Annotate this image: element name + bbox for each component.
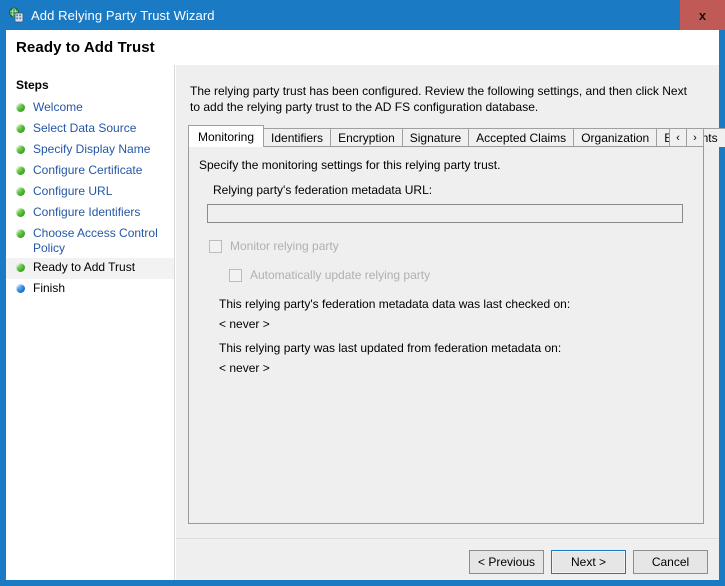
- window-title: Add Relying Party Trust Wizard: [31, 7, 215, 23]
- metadata-url-label: Relying party's federation metadata URL:: [213, 183, 433, 197]
- step-bullet-icon: [16, 103, 25, 112]
- auto-update-relying-party-row[interactable]: Automatically update relying party: [229, 268, 430, 282]
- auto-update-relying-party-checkbox[interactable]: [229, 268, 242, 282]
- settings-tab-control: Monitoring Identifiers Encryption Signat…: [188, 125, 725, 525]
- steps-sidebar: Steps Welcome Select Data Source Specify…: [6, 65, 175, 580]
- monitoring-tab-page: Specify the monitoring settings for this…: [188, 146, 704, 524]
- step-bullet-icon: [16, 208, 25, 217]
- sidebar-item-label: Choose Access Control Policy: [33, 226, 158, 255]
- sidebar-item-label: Specify Display Name: [33, 142, 151, 156]
- steps-heading: Steps: [16, 78, 49, 92]
- step-bullet-icon: [16, 145, 25, 154]
- step-bullet-icon: [16, 229, 25, 238]
- sidebar-item-label: Welcome: [33, 100, 83, 114]
- sidebar-item-label: Configure URL: [33, 184, 113, 198]
- step-bullet-icon: [16, 284, 25, 293]
- monitor-relying-party-row[interactable]: Monitor relying party: [209, 239, 339, 253]
- page-title: Ready to Add Trust: [16, 39, 155, 56]
- title-bar: Add Relying Party Trust Wizard x: [0, 0, 725, 30]
- steps-list: Welcome Select Data Source Specify Displ…: [6, 98, 174, 300]
- monitor-relying-party-checkbox[interactable]: [209, 239, 222, 253]
- sidebar-item-label: Configure Identifiers: [33, 205, 141, 219]
- sidebar-item-welcome[interactable]: Welcome: [6, 98, 174, 119]
- previous-button[interactable]: < Previous: [469, 550, 544, 574]
- tab-encryption[interactable]: Encryption: [330, 128, 403, 147]
- last-updated-label: This relying party was last updated from…: [219, 341, 562, 355]
- tab-strip: Monitoring Identifiers Encryption Signat…: [188, 125, 725, 147]
- sidebar-item-configure-url[interactable]: Configure URL: [6, 182, 174, 203]
- sidebar-item-specify-display-name[interactable]: Specify Display Name: [6, 140, 174, 161]
- tab-organization[interactable]: Organization: [573, 128, 658, 147]
- sidebar-item-choose-access-control-policy[interactable]: Choose Access Control Policy: [6, 224, 174, 258]
- sidebar-item-finish[interactable]: Finish: [6, 279, 174, 300]
- last-updated-value: < never >: [219, 361, 270, 375]
- sidebar-item-label: Configure Certificate: [33, 163, 143, 177]
- footer-bar: < Previous Next > Cancel: [176, 539, 719, 580]
- tab-signature[interactable]: Signature: [401, 128, 470, 147]
- step-bullet-icon: [16, 166, 25, 175]
- next-button[interactable]: Next >: [551, 550, 626, 574]
- page-header: Ready to Add Trust: [6, 30, 719, 65]
- main-panel: The relying party trust has been configu…: [176, 65, 725, 580]
- add-relying-party-trust-wizard-window: Add Relying Party Trust Wizard x Ready t…: [0, 0, 725, 586]
- last-checked-value: < never >: [219, 317, 270, 331]
- sidebar-item-select-data-source[interactable]: Select Data Source: [6, 119, 174, 140]
- cancel-button[interactable]: Cancel: [633, 550, 708, 574]
- auto-update-relying-party-label: Automatically update relying party: [250, 268, 431, 282]
- step-bullet-icon: [16, 263, 25, 272]
- step-bullet-icon: [16, 187, 25, 196]
- monitoring-intro: Specify the monitoring settings for this…: [199, 158, 501, 172]
- sidebar-item-ready-to-add-trust[interactable]: Ready to Add Trust: [6, 258, 174, 279]
- tab-scroll-left-icon[interactable]: ‹: [669, 128, 687, 147]
- tab-identifiers[interactable]: Identifiers: [263, 128, 332, 147]
- metadata-url-input[interactable]: [207, 204, 683, 223]
- intro-text: The relying party trust has been configu…: [190, 84, 687, 114]
- monitor-relying-party-label: Monitor relying party: [230, 239, 339, 253]
- close-button[interactable]: x: [680, 0, 725, 30]
- step-bullet-icon: [16, 124, 25, 133]
- sidebar-item-label: Finish: [33, 281, 66, 295]
- sidebar-item-label: Select Data Source: [33, 121, 137, 135]
- tab-scroll-buttons: ‹ ›: [669, 128, 704, 147]
- tab-scroll-right-icon[interactable]: ›: [686, 128, 704, 147]
- tab-monitoring[interactable]: Monitoring: [188, 125, 265, 147]
- window-frame-right: [719, 30, 725, 586]
- sidebar-item-configure-certificate[interactable]: Configure Certificate: [6, 161, 174, 182]
- relying-party-trust-icon: [8, 7, 24, 23]
- sidebar-item-configure-identifiers[interactable]: Configure Identifiers: [6, 203, 174, 224]
- window-frame-bottom: [0, 580, 725, 586]
- sidebar-item-label: Ready to Add Trust: [33, 260, 136, 274]
- last-checked-label: This relying party's federation metadata…: [219, 297, 571, 311]
- tab-accepted-claims[interactable]: Accepted Claims: [468, 128, 575, 147]
